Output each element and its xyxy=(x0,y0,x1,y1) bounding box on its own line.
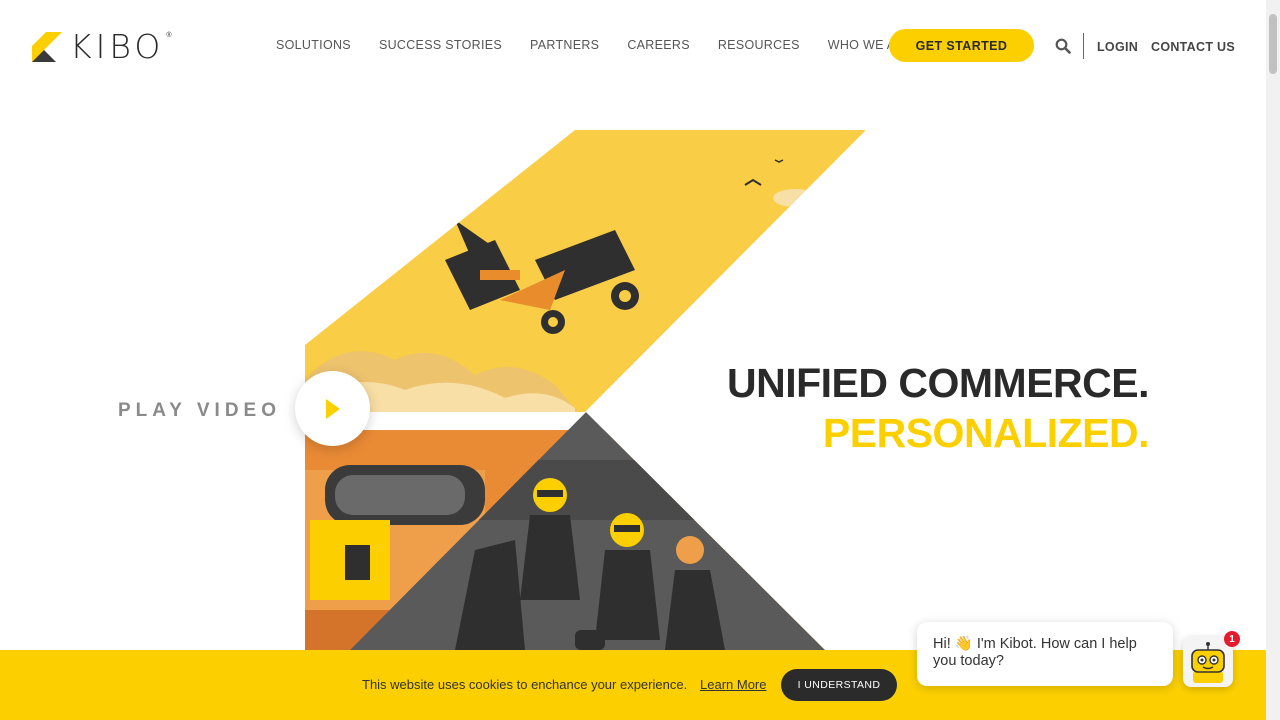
site-header: KIBO ® SOLUTIONS SUCCESS STORIES PARTNER… xyxy=(0,0,1266,92)
search-icon[interactable] xyxy=(1055,38,1071,54)
logo-registered-mark: ® xyxy=(166,32,172,39)
contact-us-link[interactable]: CONTACT US xyxy=(1151,40,1235,54)
login-link[interactable]: LOGIN xyxy=(1097,40,1138,54)
scrollbar-thumb[interactable] xyxy=(1269,14,1277,74)
i-understand-button[interactable]: I UNDERSTAND xyxy=(781,669,897,701)
kibo-logo[interactable]: KIBO ® xyxy=(32,27,172,66)
logo-wordmark: KIBO xyxy=(70,27,165,66)
page-scrollbar[interactable] xyxy=(1266,0,1280,720)
nav-partners[interactable]: PARTNERS xyxy=(516,38,613,52)
play-icon xyxy=(325,398,340,419)
play-video-button[interactable] xyxy=(295,371,370,446)
learn-more-link[interactable]: Learn More xyxy=(700,677,766,692)
hero-headline-line2: PERSONALIZED. xyxy=(822,410,1150,456)
play-video-label[interactable]: PLAY VIDEO xyxy=(118,400,281,422)
cookie-message: This website uses cookies to enchance yo… xyxy=(362,677,688,692)
kibo-logo-mark-icon xyxy=(32,32,62,62)
chat-greeting-bubble[interactable]: Hi! 👋 I'm Kibot. How can I help you toda… xyxy=(917,622,1173,686)
nav-divider xyxy=(1083,33,1084,59)
get-started-button[interactable]: GET STARTED xyxy=(889,29,1034,62)
chat-notification-badge: 1 xyxy=(1224,631,1240,647)
chat-greeting-text: Hi! 👋 I'm Kibot. How can I help you toda… xyxy=(933,636,1137,669)
nav-success-stories[interactable]: SUCCESS STORIES xyxy=(365,38,516,52)
nav-solutions[interactable]: SOLUTIONS xyxy=(262,38,365,52)
hero-headline-line1: UNIFIED COMMERCE. xyxy=(727,360,1150,406)
nav-careers[interactable]: CAREERS xyxy=(613,38,704,52)
nav-resources[interactable]: RESOURCES xyxy=(704,38,814,52)
main-nav: SOLUTIONS SUCCESS STORIES PARTNERS CAREE… xyxy=(262,38,927,52)
